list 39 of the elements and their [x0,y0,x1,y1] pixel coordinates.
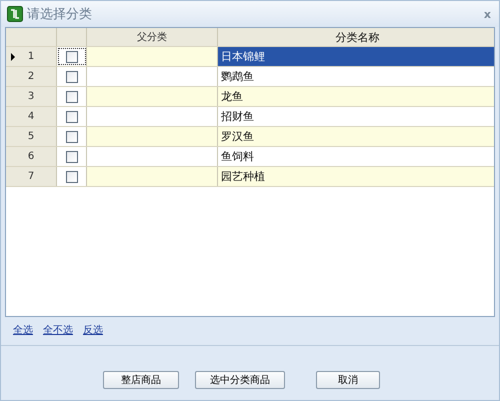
row-number: 2 [28,71,34,82]
row-number: 6 [28,151,34,162]
row-header[interactable]: 2 [6,67,57,86]
dialog-button[interactable]: 选中分类商品 [195,371,285,389]
row-number: 7 [28,171,34,182]
checkbox[interactable] [66,110,78,122]
checkbox[interactable] [66,150,78,162]
dialog-button[interactable]: 整店商品 [103,371,179,389]
row-number: 5 [28,131,34,142]
row-number: 3 [28,91,34,102]
table-cell: 罗汉鱼 [218,127,494,146]
row-header[interactable]: 3 [6,87,57,106]
checkbox[interactable] [66,170,78,182]
row-header[interactable]: 5 [6,127,57,146]
link[interactable]: 全选 [13,323,33,339]
row-header[interactable]: 7 [6,167,57,186]
table-cell-text: 招财鱼 [220,109,255,125]
row-number: 4 [28,111,34,122]
dialog-button[interactable]: 取消 [316,371,380,389]
checkbox[interactable] [66,50,78,62]
table-cell-text: 鹦鹉鱼 [220,69,255,85]
row-number: 1 [28,51,34,62]
link[interactable]: 反选 [83,323,103,339]
row-header[interactable]: 6 [6,147,57,166]
app-icon [7,6,23,22]
current-row-icon [11,53,15,61]
checkbox[interactable] [66,90,78,102]
table-cell: 龙鱼 [218,87,494,106]
row-header[interactable]: 1 [6,47,57,66]
column-header[interactable]: 父分类 [87,28,218,46]
checkbox[interactable] [66,70,78,82]
table-cell: 日本锦鲤 [218,47,494,66]
window-title: 请选择分类 [27,6,93,23]
table-cell-text: 鱼饲料 [220,149,255,165]
table-cell: 园艺种植 [218,167,494,186]
column-header[interactable]: 分类名称 [218,28,494,46]
checkbox[interactable] [66,130,78,142]
row-header[interactable]: 4 [6,107,57,126]
link[interactable]: 全不选 [43,323,73,339]
